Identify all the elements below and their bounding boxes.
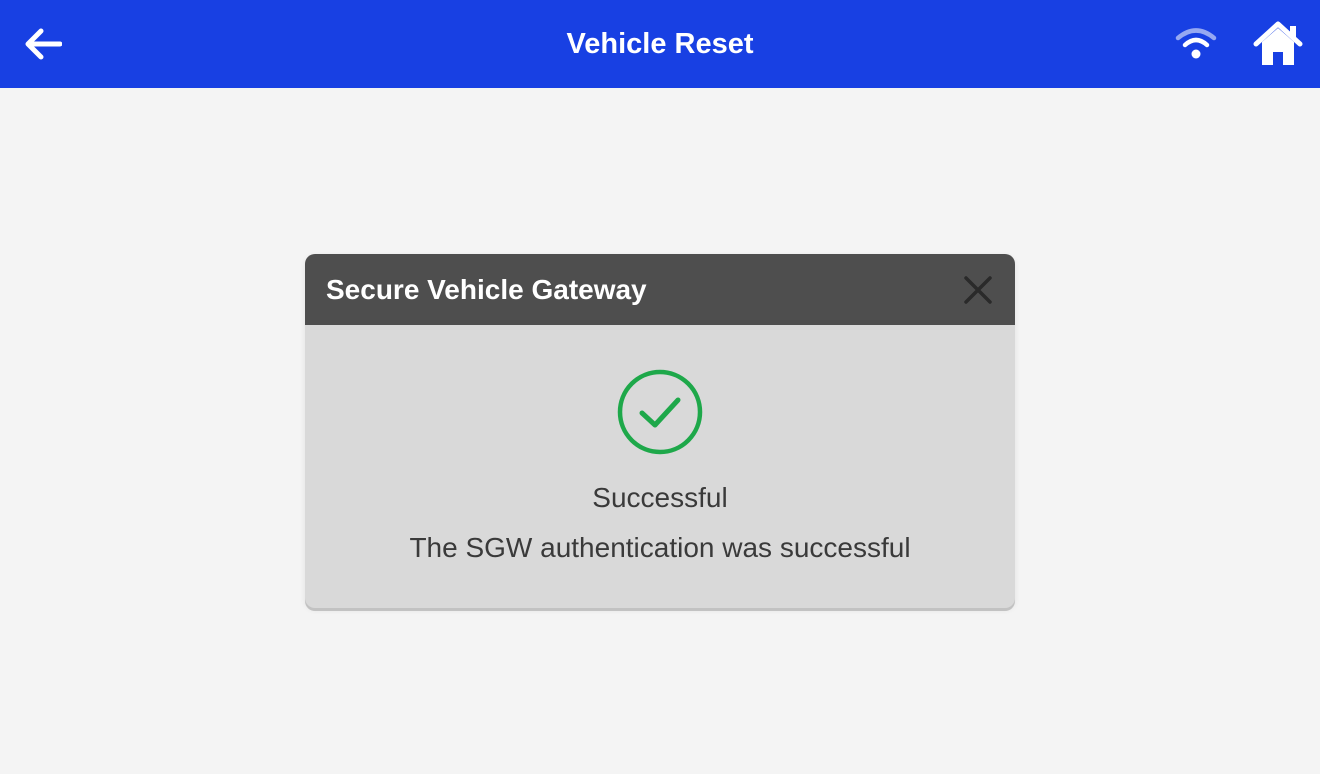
check-circle-icon bbox=[617, 369, 703, 455]
dialog-title: Secure Vehicle Gateway bbox=[326, 274, 647, 305]
close-icon bbox=[964, 276, 992, 304]
home-icon bbox=[1253, 21, 1303, 65]
home-button[interactable] bbox=[1250, 18, 1306, 70]
top-app-bar: Vehicle Reset bbox=[0, 0, 1320, 88]
sgw-dialog: Secure Vehicle Gateway Successful The SG… bbox=[305, 254, 1015, 608]
wifi-icon bbox=[1175, 28, 1217, 59]
page-title: Vehicle Reset bbox=[566, 28, 754, 60]
status-message: The SGW authentication was successful bbox=[409, 532, 911, 563]
back-button[interactable] bbox=[20, 22, 66, 66]
status-text: Successful bbox=[592, 482, 728, 513]
arrow-left-icon bbox=[25, 28, 62, 60]
close-button[interactable] bbox=[959, 271, 997, 309]
dialog-header: Secure Vehicle Gateway bbox=[305, 254, 1015, 325]
